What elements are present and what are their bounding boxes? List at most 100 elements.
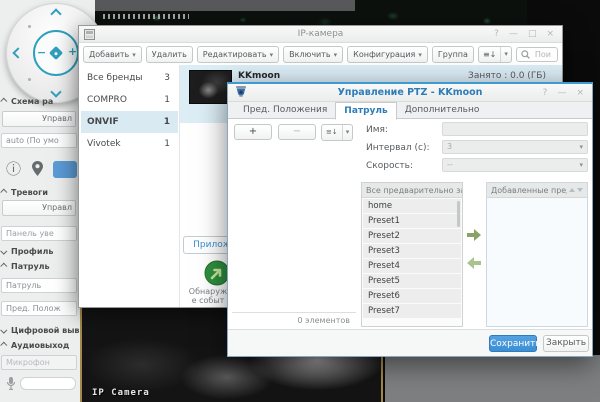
caret-down-icon[interactable]: ▾ — [341, 125, 353, 140]
delete-button-label: Удалить — [151, 50, 187, 59]
edit-button[interactable]: Редактировать ▾ — [196, 46, 280, 63]
search-input[interactable] — [532, 49, 553, 60]
camera-thumbnail[interactable] — [189, 70, 232, 104]
maximize-button[interactable]: □ — [528, 29, 537, 39]
close-button[interactable]: × — [546, 29, 554, 39]
brand-count: 1 — [163, 117, 170, 127]
sort-split-button[interactable]: ≡↓ ▾ — [477, 46, 512, 63]
preset-item[interactable]: Preset2 — [363, 229, 461, 243]
brand-count: 1 — [164, 95, 170, 105]
move-right-button[interactable] — [466, 227, 482, 246]
minimize-button[interactable]: — — [557, 88, 566, 98]
brand-row-all[interactable]: Все бренды 3 — [81, 67, 178, 89]
save-button[interactable]: Сохранить — [489, 335, 541, 352]
help-button[interactable]: ? — [494, 29, 499, 39]
brand-count: 3 — [164, 73, 170, 83]
section-profile-label: Профиль — [11, 247, 54, 256]
chevron-up-icon — [0, 97, 8, 105]
preset-item[interactable]: Preset3 — [363, 244, 461, 258]
brand-row-onvif[interactable]: ONVIF 1 — [81, 111, 178, 133]
add-patrol-button[interactable]: + — [234, 124, 272, 140]
add-button[interactable]: Добавить ▾ — [83, 46, 142, 63]
search-box[interactable] — [515, 47, 558, 62]
chevron-up-icon — [0, 262, 8, 270]
delete-button[interactable]: Удалить — [145, 46, 193, 63]
name-input — [442, 122, 588, 136]
alarm-manage-button[interactable]: Управл — [2, 200, 76, 216]
ptz-window-titlebar[interactable]: Управление PTZ - KKmoon ? — × — [228, 84, 592, 102]
sort-icon[interactable]: ≡↓ — [322, 125, 342, 140]
added-presets-header: Добавленные пред — [487, 183, 587, 198]
configuration-button[interactable]: Конфигурация ▾ — [347, 46, 428, 63]
section-scheme[interactable]: Схема ра — [0, 97, 54, 107]
configuration-button-label: Конфигурация — [353, 50, 416, 59]
patrol-count: 0 элементов — [297, 316, 350, 325]
layout-select[interactable]: auto (По умо — [1, 133, 77, 148]
brand-row-compro[interactable]: COMPRO 1 — [81, 89, 178, 111]
preset-item[interactable]: Preset1 — [363, 214, 461, 228]
zoom-in-button[interactable]: + — [68, 46, 77, 57]
minimize-button[interactable]: — — [509, 29, 518, 39]
section-patrol-label: Патруль — [11, 262, 50, 271]
section-patrol[interactable]: Патруль — [0, 262, 50, 272]
move-up-icon[interactable] — [569, 188, 575, 192]
added-presets-header-label: Добавленные пред — [491, 185, 567, 195]
preset-item[interactable]: Preset5 — [363, 274, 461, 288]
preset-item[interactable]: Preset7 — [363, 304, 461, 318]
chevron-down-icon — [0, 326, 8, 334]
section-scheme-label: Схема ра — [11, 97, 54, 106]
tab-presets[interactable]: Пред. Положения — [235, 102, 335, 119]
move-down-icon[interactable] — [577, 188, 583, 192]
window-icon — [84, 25, 95, 44]
caret-down-icon: ▾ — [269, 51, 274, 59]
info-icon[interactable]: ⓘ — [6, 160, 24, 178]
all-presets-list: Все предварительно задан home Preset1 Pr… — [361, 182, 463, 327]
camera-usage: Занято : 0.0 (ГБ) — [468, 71, 546, 81]
scheme-manage-button[interactable]: Управл — [2, 111, 76, 127]
sort-icon[interactable]: ≡↓ — [479, 47, 500, 62]
preset-item[interactable]: home — [363, 199, 461, 213]
interval-value: 3 — [447, 142, 453, 151]
enable-button[interactable]: Включить ▾ — [283, 46, 344, 63]
help-button[interactable]: ? — [543, 88, 548, 98]
caret-down-icon: ▾ — [579, 161, 583, 169]
patrol-list-separator — [232, 312, 356, 313]
preset-item[interactable]: Preset6 — [363, 289, 461, 303]
caret-down-icon[interactable]: ▾ — [500, 47, 511, 62]
close-button[interactable]: × — [576, 88, 584, 98]
top-gray-bar — [95, 0, 355, 11]
speed-label: Скорость: — [366, 161, 413, 171]
preset-field[interactable]: Пред. Полож — [1, 301, 77, 316]
patrol-field[interactable]: Патруль — [1, 278, 77, 293]
close-dialog-button[interactable]: Закрыть — [543, 335, 589, 352]
section-digital-out[interactable]: Цифровой выв — [0, 326, 80, 336]
ip-window-titlebar[interactable]: IP-камера ? — □ × — [79, 26, 562, 43]
tab-advanced[interactable]: Дополнительно — [397, 102, 488, 119]
section-audio-out[interactable]: Аудиовыход — [0, 341, 69, 351]
chevron-up-icon — [0, 341, 8, 349]
brand-row-vivotek[interactable]: Vivotek 1 — [81, 133, 178, 155]
preset-item[interactable]: Preset4 — [363, 259, 461, 273]
move-left-button[interactable] — [466, 255, 482, 274]
interval-select: 3 ▾ — [442, 140, 588, 154]
list-scrollbar[interactable] — [457, 201, 460, 227]
notification-panel-button[interactable]: Панель уве — [1, 226, 77, 241]
caret-down-icon: ▾ — [579, 143, 583, 151]
partial-blue-button[interactable] — [53, 161, 77, 178]
ptz-control-window: Управление PTZ - KKmoon ? — × Пред. Поло… — [227, 82, 593, 357]
zoom-out-button[interactable]: − — [37, 47, 46, 58]
location-pin-icon[interactable] — [30, 160, 45, 180]
interval-label: Интервал (с): — [366, 143, 430, 153]
camera-osd-text — [103, 14, 189, 19]
group-button-label: Группа — [437, 50, 468, 59]
enable-button-label: Включить — [289, 50, 331, 59]
patrol-sort-button[interactable]: ≡↓ ▾ — [321, 124, 354, 141]
remove-patrol-button[interactable]: − — [278, 124, 316, 140]
tab-patrol[interactable]: Патруль — [335, 102, 397, 120]
camera-name: KKmoon — [238, 71, 281, 81]
section-alarms-label: Тревоги — [11, 188, 48, 197]
volume-slider[interactable] — [20, 377, 76, 390]
section-profile[interactable]: Профиль — [0, 247, 54, 257]
group-button[interactable]: Группа — [431, 46, 474, 63]
section-alarms[interactable]: Тревоги — [0, 188, 48, 198]
